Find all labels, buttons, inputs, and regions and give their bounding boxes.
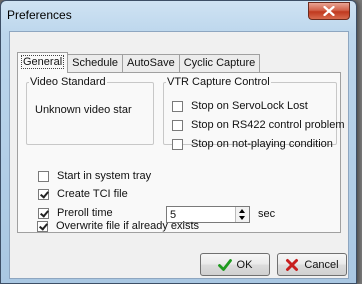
checkbox-label: Stop on ServoLock Lost	[191, 100, 308, 112]
close-button[interactable]	[308, 2, 350, 20]
ok-label: OK	[236, 258, 253, 271]
cross-icon	[286, 258, 299, 271]
preroll-unit-label: sec	[258, 208, 276, 220]
stop-servolock-checkbox[interactable]: Stop on ServoLock Lost	[172, 100, 308, 112]
checkbox-box[interactable]	[172, 138, 183, 150]
tab-strip: General Schedule AutoSave Cyclic Capture	[17, 52, 261, 73]
tab-autosave[interactable]: AutoSave	[122, 54, 180, 72]
vtr-capture-control-group: VTR Capture Control Stop on ServoLock Lo…	[163, 76, 344, 150]
spin-up-icon[interactable]	[239, 209, 245, 213]
checkbox-label: Start in system tray	[57, 170, 152, 182]
checkbox-box[interactable]	[38, 170, 49, 182]
cancel-label: Cancel	[304, 258, 339, 271]
cancel-button[interactable]: Cancel	[277, 253, 347, 276]
checkbox-label: Create TCI file	[57, 188, 128, 200]
spinner-arrows[interactable]	[235, 207, 249, 222]
checkbox-box[interactable]	[172, 100, 183, 112]
stop-rs422-checkbox[interactable]: Stop on RS422 control problem	[172, 119, 344, 131]
vtr-capture-control-legend: VTR Capture Control	[167, 76, 270, 88]
checkbox-label: Overwrite file if already exists	[56, 220, 200, 232]
stop-not-playing-checkbox[interactable]: Stop on not-playing condition	[172, 138, 333, 150]
checkmark-icon	[217, 258, 232, 271]
spin-down-icon[interactable]	[239, 216, 245, 220]
preferences-dialog: Preferences General Schedule AutoSave Cy…	[0, 0, 357, 284]
video-standard-legend: Video Standard	[30, 76, 106, 88]
tab-general[interactable]: General	[17, 52, 69, 73]
tab-schedule[interactable]: Schedule	[67, 54, 124, 72]
ok-button[interactable]: OK	[200, 253, 270, 276]
close-icon	[323, 6, 335, 16]
checkbox-box[interactable]	[38, 188, 49, 200]
start-in-tray-checkbox[interactable]: Start in system tray	[38, 170, 151, 182]
window-title: Preferences	[7, 8, 72, 22]
tab-label: General	[21, 55, 65, 69]
create-tci-checkbox[interactable]: Create TCI file	[38, 188, 128, 200]
preroll-time-checkbox[interactable]: Preroll time	[38, 207, 113, 219]
checkbox-box[interactable]	[37, 220, 48, 232]
tab-label: Schedule	[72, 57, 119, 69]
tab-cyclic-capture[interactable]: Cyclic Capture	[178, 54, 261, 72]
checkbox-label: Stop on RS422 control problem	[191, 119, 345, 131]
tab-label: AutoSave	[127, 57, 175, 69]
video-standard-group: Video Standard Unknown video star	[26, 77, 154, 145]
checkbox-label: Preroll time	[57, 207, 113, 219]
general-tab-panel: Video Standard Unknown video star VTR Ca…	[17, 72, 344, 233]
checkbox-label: Stop on not-playing condition	[191, 138, 333, 150]
dialog-client-area: General Schedule AutoSave Cyclic Capture…	[9, 31, 349, 279]
overwrite-file-checkbox[interactable]: Overwrite file if already exists	[37, 220, 199, 232]
checkbox-box[interactable]	[172, 119, 183, 131]
tab-label: Cyclic Capture	[183, 57, 256, 69]
video-standard-value: Unknown video star	[35, 104, 132, 116]
checkbox-box[interactable]	[38, 207, 49, 219]
